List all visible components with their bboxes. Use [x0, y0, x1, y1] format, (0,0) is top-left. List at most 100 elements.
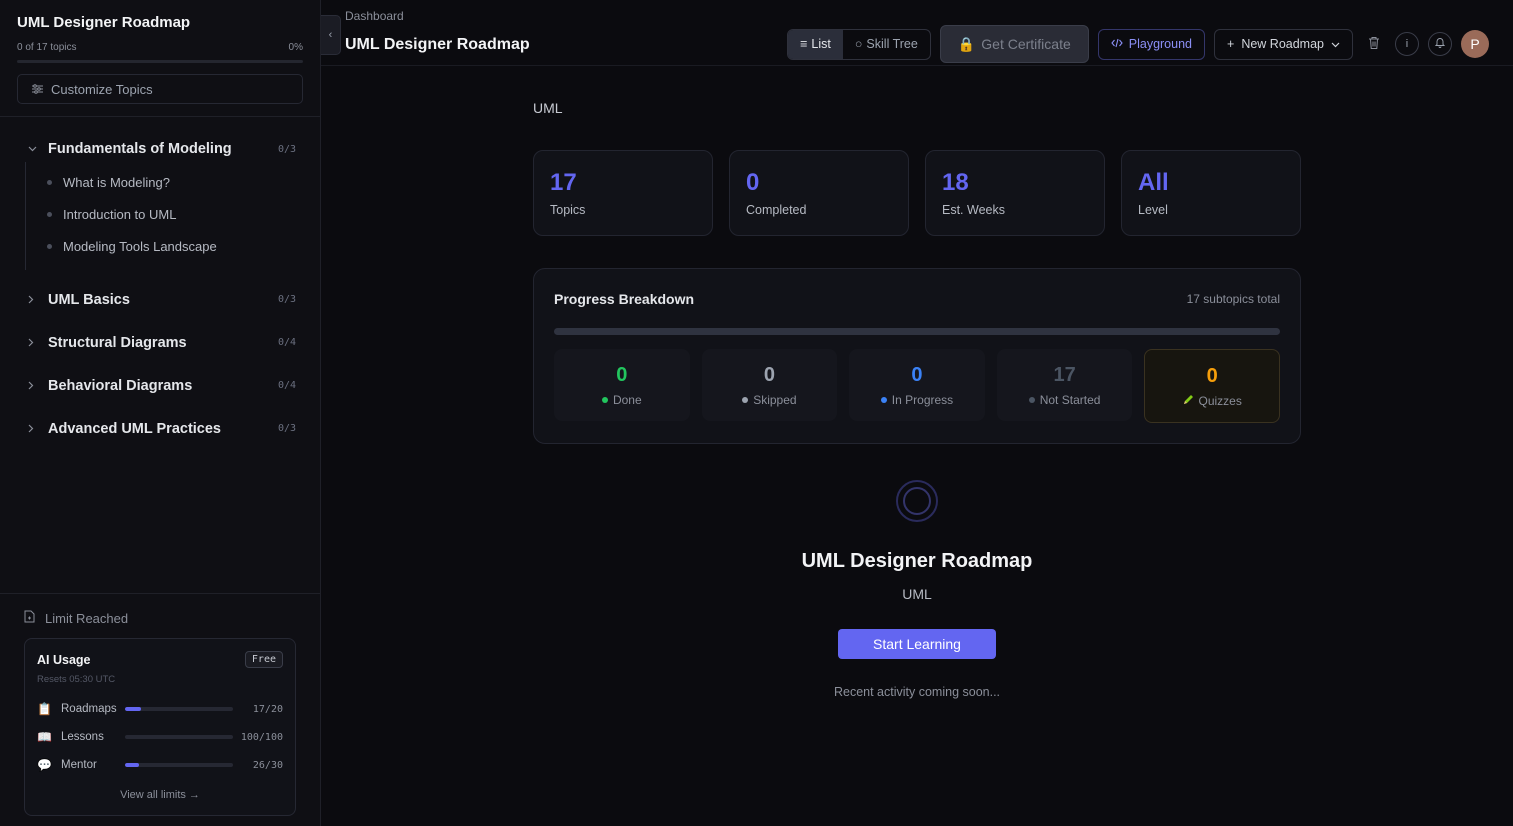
- start-learning-button[interactable]: Start Learning: [838, 629, 996, 659]
- usage-reset-text: Resets 05:30 UTC: [37, 674, 116, 685]
- breakdown-value: 0: [763, 363, 775, 386]
- roadmap-hero-subtitle: UML: [902, 586, 932, 602]
- usage-bar: [125, 735, 233, 739]
- usage-row-roadmaps: 📋 Roadmaps 17/20: [37, 695, 283, 723]
- stat-label: Est. Weeks: [942, 203, 1005, 217]
- module-count: 0/3: [277, 143, 296, 155]
- breakdown-label: In Progress: [891, 392, 954, 407]
- chevron-right-icon: [28, 381, 42, 390]
- breakdown-quizzes[interactable]: 0 Quizzes: [1144, 349, 1280, 423]
- subtopic-list: What is Modeling? Introduction to UML Mo…: [25, 162, 320, 270]
- limit-reached-label: Limit Reached: [45, 610, 129, 626]
- customize-topics-button[interactable]: Customize Topics: [17, 74, 303, 104]
- sliders-icon: [32, 82, 43, 97]
- module-count: 0/4: [277, 380, 296, 391]
- circle-icon: ○: [854, 37, 863, 51]
- stat-label: Completed: [746, 203, 807, 217]
- module-title: Structural Diagrams: [48, 334, 187, 351]
- module-advanced-uml-practices[interactable]: Advanced UML Practices 0/3: [0, 407, 320, 450]
- breakdown-label: Not Started: [1039, 392, 1101, 407]
- view-list-label: List: [811, 37, 831, 51]
- module-structural-diagrams[interactable]: Structural Diagrams 0/4: [0, 321, 320, 364]
- subtopic-label: What is Modeling?: [63, 174, 170, 190]
- bullet-dot-icon: [47, 211, 52, 217]
- breakdown-value: 0: [911, 363, 923, 386]
- collapse-sidebar-button[interactable]: ‹: [321, 15, 341, 55]
- chevron-down-icon: [1331, 37, 1340, 51]
- usage-row-mentor: 💬 Mentor 26/30: [37, 751, 283, 779]
- new-roadmap-button[interactable]: + New Roadmap: [1214, 28, 1353, 60]
- module-uml-basics[interactable]: UML Basics 0/3: [0, 278, 320, 321]
- progress-breakdown-subtitle: 17 subtopics total: [1186, 292, 1280, 306]
- breakdown-label: Skipped: [753, 392, 797, 407]
- recent-activity-text: Recent activity coming soon...: [833, 685, 1001, 699]
- module-title: UML Basics: [48, 291, 130, 308]
- view-skill-tree-button[interactable]: ○ Skill Tree: [843, 30, 930, 59]
- get-certificate-button[interactable]: 🔒 Get Certificate: [939, 25, 1089, 63]
- view-toggle: ≡ List ○ Skill Tree: [787, 28, 931, 60]
- lock-icon: 🔒: [957, 35, 976, 52]
- view-skill-tree-label: Skill Tree: [866, 37, 918, 51]
- loading-spinner-icon: [896, 480, 938, 522]
- playground-label: Playground: [1128, 37, 1192, 51]
- subtopic-item[interactable]: Modeling Tools Landscape: [26, 230, 320, 262]
- usage-bar: [125, 707, 233, 711]
- avatar[interactable]: P: [1461, 30, 1489, 58]
- get-certificate-label: Get Certificate: [981, 36, 1071, 52]
- module-fundamentals-of-modeling[interactable]: Fundamentals of Modeling 0/3: [0, 136, 320, 162]
- chevron-down-icon: [28, 146, 42, 152]
- module-count: 0/3: [277, 294, 296, 305]
- breadcrumb[interactable]: Dashboard: [345, 9, 404, 23]
- chevron-right-icon: [28, 424, 42, 433]
- breakdown-value: 0: [616, 363, 628, 386]
- usage-label: Mentor: [61, 759, 97, 771]
- progress-breakdown-title: Progress Breakdown: [554, 291, 695, 307]
- usage-value: 26/30: [252, 759, 283, 771]
- usage-bar: [125, 763, 233, 767]
- module-count: 0/3: [277, 423, 296, 434]
- delete-button[interactable]: [1362, 32, 1386, 56]
- subtopic-label: Modeling Tools Landscape: [63, 238, 217, 254]
- sidebar-progress-text: 0 of 17 topics: [17, 42, 77, 53]
- info-icon: i: [1405, 38, 1409, 50]
- stat-value: 17: [550, 169, 577, 196]
- document-icon: [24, 610, 35, 626]
- info-button[interactable]: i: [1395, 32, 1419, 56]
- status-dot-icon: [742, 396, 749, 403]
- usage-value: 17/20: [252, 703, 283, 715]
- notifications-button[interactable]: [1428, 32, 1452, 56]
- module-list: Fundamentals of Modeling 0/3 What is Mod…: [0, 117, 320, 450]
- bullet-dot-icon: [47, 179, 52, 185]
- new-roadmap-label: New Roadmap: [1241, 37, 1324, 51]
- ai-usage-card: AI Usage Free Resets 05:30 UTC 📋 Roadmap…: [24, 638, 296, 816]
- stat-card-est-weeks: 18 Est. Weeks: [925, 150, 1105, 236]
- chevron-right-icon: [28, 295, 42, 304]
- usage-row-lessons: 📖 Lessons 100/100: [37, 723, 283, 751]
- stats-row: 17 Topics 0 Completed 18 Est. Weeks All …: [533, 150, 1301, 236]
- module-count: 0/4: [277, 337, 296, 348]
- breakdown-label: Quizzes: [1198, 393, 1242, 408]
- subtopic-item[interactable]: Introduction to UML: [26, 198, 320, 230]
- book-icon: 📖: [37, 730, 52, 744]
- clipboard-icon: 📋: [37, 702, 52, 716]
- breakdown-in-progress: 0 In Progress: [849, 349, 985, 421]
- roadmap-tag: UML: [533, 100, 563, 116]
- view-list-button[interactable]: ≡ List: [788, 29, 843, 59]
- customize-topics-label: Customize Topics: [51, 81, 153, 97]
- breakdown-skipped: 0 Skipped: [701, 349, 838, 421]
- sidebar-progress-percent: 0%: [288, 42, 303, 53]
- subtopic-item[interactable]: What is Modeling?: [26, 166, 320, 198]
- breakdown-value: 0: [1206, 364, 1218, 387]
- module-title: Advanced UML Practices: [48, 420, 221, 437]
- stat-card-level: All Level: [1121, 150, 1301, 236]
- plus-icon: +: [1227, 37, 1235, 51]
- module-behavioral-diagrams[interactable]: Behavioral Diagrams 0/4: [0, 364, 320, 407]
- module-title: Fundamentals of Modeling: [48, 141, 232, 157]
- header-actions: ≡ List ○ Skill Tree 🔒 Get Certificate Pl…: [787, 25, 1489, 63]
- module-title: Behavioral Diagrams: [48, 377, 193, 394]
- stat-card-topics: 17 Topics: [533, 150, 713, 236]
- view-all-limits-link[interactable]: View all limits →: [37, 789, 283, 801]
- limit-reached-notice: Limit Reached: [24, 610, 296, 626]
- stat-label: Level: [1138, 203, 1168, 217]
- playground-button[interactable]: Playground: [1097, 28, 1205, 60]
